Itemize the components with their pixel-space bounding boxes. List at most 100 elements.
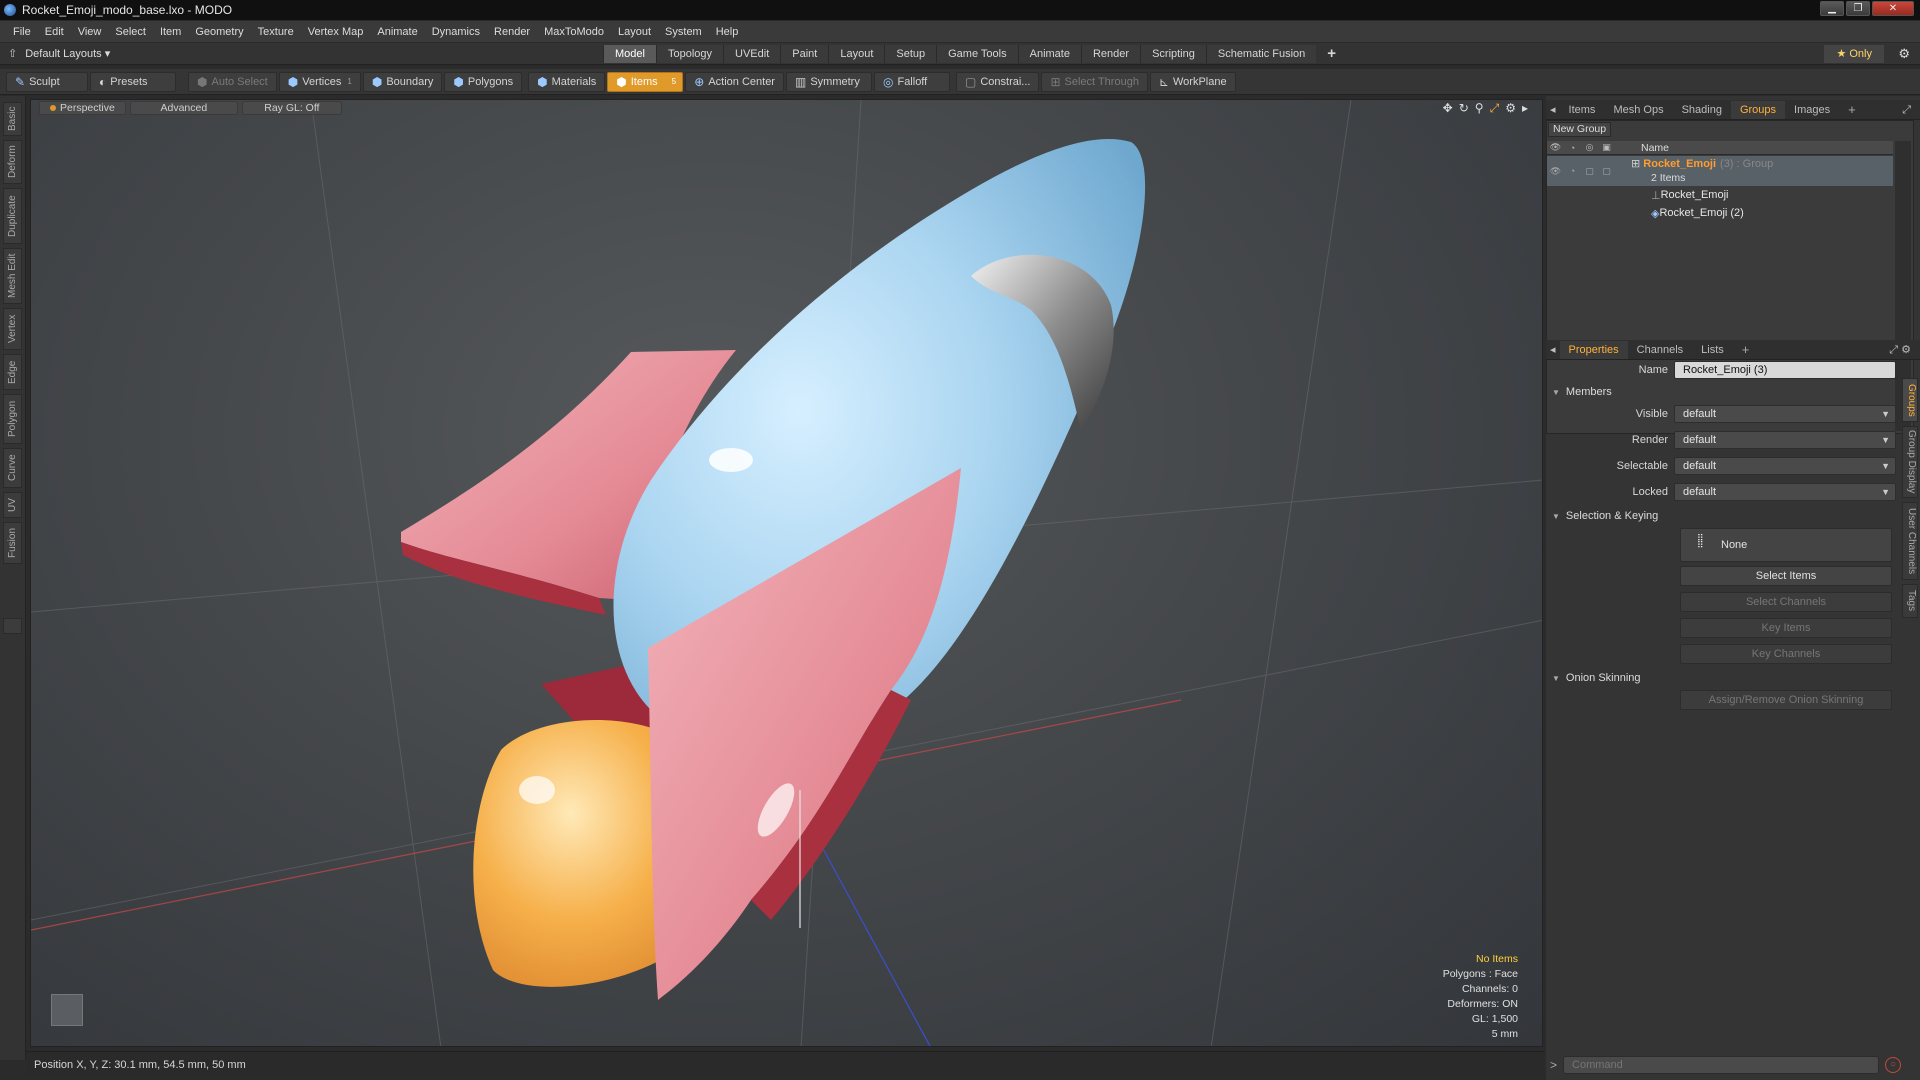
gear-icon[interactable]: ⚙ bbox=[1898, 46, 1910, 62]
raygl-button[interactable]: Ray GL: Off bbox=[241, 101, 342, 115]
tab-render[interactable]: Render bbox=[1080, 45, 1141, 63]
menu-help[interactable]: Help bbox=[709, 26, 746, 38]
menu-select[interactable]: Select bbox=[108, 26, 153, 38]
add-tab-icon[interactable]: + bbox=[1733, 341, 1759, 359]
falloff-button[interactable]: ◎ Falloff bbox=[873, 71, 950, 92]
side-tab-user-channels[interactable]: User Channels bbox=[1902, 502, 1918, 580]
panel-collapse-icon[interactable]: ◂ bbox=[1546, 341, 1560, 359]
tab-channels[interactable]: Channels bbox=[1628, 341, 1692, 359]
tab-paint[interactable]: Paint bbox=[780, 45, 829, 63]
move-view-icon[interactable]: ✥ bbox=[1443, 101, 1453, 116]
menu-edit[interactable]: Edit bbox=[38, 26, 71, 38]
view-settings-icon[interactable]: ⚙ bbox=[1505, 101, 1516, 116]
tab-items[interactable]: Items bbox=[1560, 101, 1605, 119]
auto-select-button[interactable]: ⬢ Auto Select bbox=[188, 71, 277, 92]
maximize-button[interactable]: ❐ bbox=[1846, 1, 1870, 16]
expand-panel-icon[interactable]: ⤢ ⚙ bbox=[1880, 341, 1920, 359]
polygons-button[interactable]: ⬢ Polygons bbox=[444, 71, 523, 92]
select-items-button[interactable]: Select Items bbox=[1680, 566, 1892, 586]
side-tab-groups[interactable]: Groups bbox=[1902, 378, 1918, 422]
lock-column-icon[interactable]: ▣ bbox=[1598, 142, 1615, 153]
rotate-view-icon[interactable]: ↻ bbox=[1459, 101, 1469, 116]
visible-dropdown[interactable]: default ▼ bbox=[1674, 405, 1896, 423]
tab-basic[interactable]: Basic bbox=[3, 102, 22, 136]
key-channels-button[interactable]: Key Channels bbox=[1680, 644, 1892, 664]
locked-dropdown[interactable]: default ▼ bbox=[1674, 483, 1896, 501]
minimize-button[interactable]: ▁ bbox=[1820, 1, 1844, 16]
tab-uvedit[interactable]: UVEdit bbox=[723, 45, 781, 63]
none-button[interactable]: ⠿ ⠿ None bbox=[1680, 528, 1892, 562]
add-tab-icon[interactable]: + bbox=[1839, 101, 1865, 119]
tab-edge[interactable]: Edge bbox=[3, 354, 22, 390]
group-row-rocket-emoji[interactable]: 👁 ◔ ▢ ▢ ⊞ Rocket_Emoji (3) : Group 2 Items bbox=[1547, 156, 1893, 186]
menu-item[interactable]: Item bbox=[153, 26, 188, 38]
sculpt-button[interactable]: ✎ Sculpt bbox=[6, 71, 88, 92]
tab-layout[interactable]: Layout bbox=[828, 45, 885, 63]
tab-animate[interactable]: Animate bbox=[1017, 45, 1081, 63]
materials-button[interactable]: ⬢ Materials bbox=[528, 71, 606, 92]
command-history-icon[interactable]: ○ bbox=[1885, 1057, 1902, 1073]
tab-properties[interactable]: Properties bbox=[1559, 340, 1628, 359]
action-center-button[interactable]: ⊕ Action Center bbox=[685, 71, 784, 92]
fit-view-icon[interactable]: ⤢ bbox=[1490, 101, 1500, 116]
menu-view[interactable]: View bbox=[71, 26, 109, 38]
close-button[interactable]: ✕ bbox=[1872, 1, 1914, 16]
side-tab-tags[interactable]: Tags bbox=[1902, 584, 1918, 618]
tab-model[interactable]: Model bbox=[603, 45, 656, 63]
menu-geometry[interactable]: Geometry bbox=[188, 26, 250, 38]
symmetry-button[interactable]: ▥ Symmetry bbox=[785, 71, 872, 92]
advanced-button[interactable]: Advanced bbox=[129, 101, 238, 115]
tab-schematic-fusion[interactable]: Schematic Fusion bbox=[1205, 45, 1317, 63]
tab-topology[interactable]: Topology bbox=[655, 45, 724, 63]
menu-maxtomodo[interactable]: MaxToModo bbox=[537, 26, 611, 38]
visibility-column-icon[interactable]: 👁 bbox=[1547, 142, 1564, 153]
menu-layout[interactable]: Layout bbox=[611, 26, 658, 38]
tab-deform[interactable]: Deform bbox=[3, 140, 22, 184]
render-column-icon[interactable]: ◔ bbox=[1564, 143, 1581, 153]
tab-scripting[interactable]: Scripting bbox=[1140, 45, 1206, 63]
expand-panel-icon[interactable]: ⤢ bbox=[1893, 101, 1920, 119]
tab-shading[interactable]: Shading bbox=[1673, 101, 1731, 119]
tab-setup[interactable]: Setup bbox=[884, 45, 937, 63]
tab-vertex[interactable]: Vertex bbox=[3, 308, 22, 350]
lock-toggle-icon[interactable]: ▢ bbox=[1598, 166, 1615, 177]
tab-images[interactable]: Images bbox=[1785, 101, 1839, 119]
tab-mesh-edit[interactable]: Mesh Edit bbox=[3, 248, 22, 304]
list-item[interactable]: ⊥ Rocket_Emoji bbox=[1547, 187, 1893, 203]
tab-lists[interactable]: Lists bbox=[1692, 341, 1733, 359]
layout-dropdown[interactable]: Default Layouts ▾ bbox=[25, 47, 110, 60]
vertices-button[interactable]: ⬢ Vertices 1 bbox=[278, 71, 361, 92]
select-column-icon[interactable]: ◎ bbox=[1581, 142, 1598, 153]
eye-icon[interactable]: 👁 bbox=[1547, 166, 1564, 177]
key-items-button[interactable]: Key Items bbox=[1680, 618, 1892, 638]
onion-skinning-section[interactable]: ▼ Onion Skinning bbox=[1552, 672, 1641, 684]
selectable-dropdown[interactable]: default ▼ bbox=[1674, 457, 1896, 475]
boundary-button[interactable]: ⬢ Boundary bbox=[362, 71, 443, 92]
menu-animate[interactable]: Animate bbox=[370, 26, 424, 38]
only-button[interactable]: ★ Only bbox=[1824, 45, 1884, 63]
view-menu-icon[interactable]: ▸ bbox=[1522, 101, 1528, 116]
menu-render[interactable]: Render bbox=[487, 26, 537, 38]
tab-fusion[interactable]: Fusion bbox=[3, 522, 22, 564]
select-channels-button[interactable]: Select Channels bbox=[1680, 592, 1892, 612]
tab-groups[interactable]: Groups bbox=[1730, 100, 1786, 119]
menu-system[interactable]: System bbox=[658, 26, 709, 38]
menu-texture[interactable]: Texture bbox=[251, 26, 301, 38]
tab-mesh-ops[interactable]: Mesh Ops bbox=[1604, 101, 1672, 119]
workplane-button[interactable]: ⊾ WorkPlane bbox=[1149, 71, 1236, 92]
render-icon[interactable]: ◔ bbox=[1564, 166, 1581, 177]
orientation-cube[interactable] bbox=[51, 994, 83, 1026]
presets-button[interactable]: ◐ Presets bbox=[90, 71, 176, 92]
tab-duplicate[interactable]: Duplicate bbox=[3, 188, 22, 244]
selection-keying-section[interactable]: ▼ Selection & Keying bbox=[1552, 510, 1658, 522]
tab-curve[interactable]: Curve bbox=[3, 448, 22, 488]
onion-skinning-button[interactable]: Assign/Remove Onion Skinning bbox=[1680, 690, 1892, 710]
layout-up-icon[interactable]: ⇧ bbox=[8, 47, 17, 60]
select-through-button[interactable]: ⊞ Select Through bbox=[1041, 71, 1148, 92]
members-section[interactable]: ▼ Members bbox=[1552, 386, 1612, 398]
view-mode-button[interactable]: Perspective bbox=[39, 101, 126, 115]
tab-polygon[interactable]: Polygon bbox=[3, 394, 22, 444]
tab-uv[interactable]: UV bbox=[3, 492, 22, 518]
items-button[interactable]: ⬢ Items 5 bbox=[607, 71, 684, 92]
menu-dynamics[interactable]: Dynamics bbox=[425, 26, 487, 38]
